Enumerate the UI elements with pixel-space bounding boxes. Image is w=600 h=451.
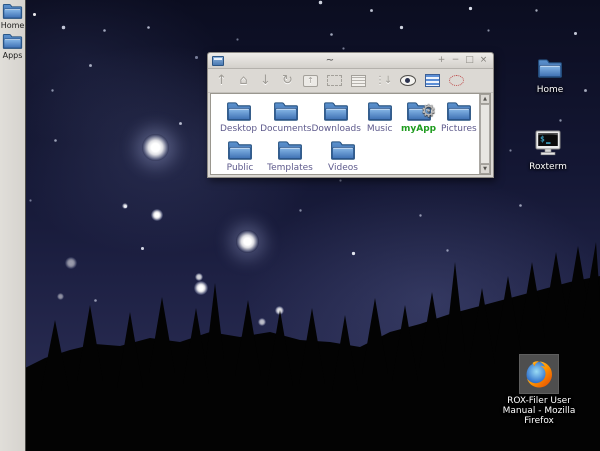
glow-orb [122, 203, 128, 209]
minimize-button[interactable]: − [450, 55, 461, 66]
window-buttons: + − □ × [436, 55, 489, 66]
titlebar[interactable]: ~ + − □ × [208, 53, 493, 69]
file-item-pictures[interactable]: Pictures [439, 98, 479, 137]
panel-item-label: Home [0, 21, 25, 30]
iconified-window-label: ROX-Filer User Manual - Mozilla Firefox [502, 396, 576, 426]
folder-icon [446, 100, 472, 122]
desktop-icon-label: Roxterm [529, 162, 567, 172]
folder-icon [2, 32, 23, 50]
scan-icon[interactable]: ↑ [303, 74, 318, 87]
file-row: Public Templates Videos [217, 137, 479, 174]
desktop-icon-home[interactable]: Home [522, 57, 578, 95]
firefox-icon [523, 358, 555, 390]
file-view: Desktop Documents Downloads Music ⚙ myAp… [210, 93, 491, 175]
folder-icon [537, 57, 563, 79]
file-item-templates[interactable]: Templates [263, 137, 317, 174]
file-item-myapp[interactable]: ⚙ myApp [398, 98, 438, 137]
up-icon[interactable]: ↑ [215, 73, 228, 88]
details-view-icon[interactable] [351, 74, 366, 87]
vertical-scrollbar[interactable]: ▲ ▼ [479, 94, 490, 174]
show-hidden-eye-icon[interactable] [400, 75, 417, 86]
scroll-up-arrow-icon[interactable]: ▲ [480, 94, 490, 104]
file-name: Downloads [311, 124, 361, 134]
file-name: Public [226, 163, 254, 173]
file-name: Documents [260, 124, 312, 134]
file-name: Videos [328, 163, 358, 173]
firefox-window-tile [519, 354, 559, 394]
window-title: ~ [325, 55, 335, 66]
select-all-icon[interactable] [425, 74, 441, 87]
glow-orb [151, 209, 163, 221]
shade-button[interactable]: + [436, 55, 447, 66]
gear-icon: ⚙ [421, 101, 437, 122]
folder-icon [277, 139, 303, 161]
glow-orb [142, 134, 169, 161]
scroll-down-arrow-icon[interactable]: ▼ [480, 164, 490, 174]
panel-item-home[interactable]: Home [0, 2, 25, 30]
file-row: Desktop Documents Downloads Music ⚙ myAp… [217, 98, 479, 137]
refresh-icon[interactable]: ↻ [281, 73, 294, 88]
sort-icon[interactable]: ⋮↓ [375, 74, 392, 88]
maximize-button[interactable]: □ [464, 55, 475, 66]
file-name: myApp [400, 124, 437, 134]
folder-icon [2, 2, 23, 20]
resize-window-icon[interactable] [327, 75, 342, 86]
close-button[interactable]: × [478, 55, 489, 66]
file-item-downloads[interactable]: Downloads [311, 98, 361, 137]
file-name: Templates [267, 163, 313, 173]
toolbar: ↑ ⌂ ↓ ↻ ↑ ⋮↓ [208, 69, 493, 93]
left-panel: Home Apps [0, 0, 26, 451]
file-item-public[interactable]: Public [217, 137, 263, 174]
window-app-icon [212, 55, 224, 66]
bookmarks-icon[interactable]: ↓ [259, 73, 272, 88]
file-item-documents[interactable]: Documents [260, 98, 311, 137]
folder-icon [323, 100, 349, 122]
file-name: Music [366, 124, 393, 134]
folder-icon [330, 139, 356, 161]
scrollbar-thumb[interactable] [480, 104, 490, 164]
file-grid: Desktop Documents Downloads Music ⚙ myAp… [211, 94, 479, 174]
file-name: Desktop [220, 124, 258, 134]
file-item-music[interactable]: Music [361, 98, 399, 137]
folder-icon [367, 100, 393, 122]
folder-icon [273, 100, 299, 122]
folder-icon [227, 139, 253, 161]
file-name: Pictures [441, 124, 477, 134]
file-item-desktop[interactable]: Desktop [217, 98, 260, 137]
app-folder-icon: ⚙ [398, 100, 438, 122]
folder-icon [226, 100, 252, 122]
desktop-icon-roxterm[interactable]: Roxterm [516, 130, 580, 172]
iconified-window-firefox[interactable]: ROX-Filer User Manual - Mozilla Firefox [494, 354, 584, 426]
panel-item-apps[interactable]: Apps [0, 32, 25, 60]
home-icon[interactable]: ⌂ [237, 73, 250, 88]
terminal-icon [534, 130, 562, 156]
rox-filer-window: ~ + − □ × ↑ ⌂ ↓ ↻ ↑ ⋮↓ Desktop Documents… [207, 52, 494, 178]
desktop-icon-label: Home [536, 85, 564, 95]
file-item-videos[interactable]: Videos [317, 137, 369, 174]
help-icon[interactable] [449, 75, 465, 86]
panel-item-label: Apps [2, 51, 23, 60]
